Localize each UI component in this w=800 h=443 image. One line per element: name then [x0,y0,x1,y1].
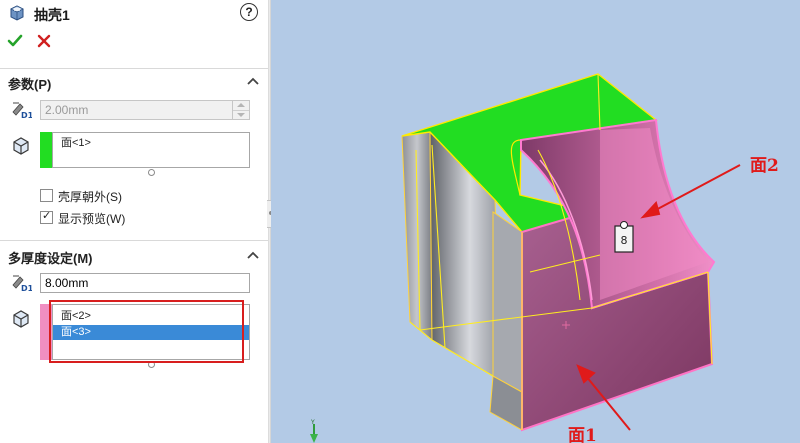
multi-thickness-section-title: 多厚度设定(M) [8,251,93,266]
show-preview-label: 显示预览(W) [58,212,126,226]
thickness-spinner[interactable] [232,101,249,119]
list-resize-handle[interactable] [148,361,155,368]
view-triad-icon: Y [310,419,318,443]
left-wall-face [401,131,433,342]
list-item[interactable]: 面<1> [53,136,249,151]
svg-text:D1: D1 [21,111,32,120]
multi-faces-color-strip [40,304,52,360]
shell-outward-label: 壳厚朝外(S) [58,190,122,204]
spinner-down-button[interactable] [233,110,249,119]
callout-handle [620,221,628,229]
check-icon[interactable] [7,33,23,49]
annotation-face-1: 面1 [568,426,597,443]
thickness-d1-icon: D1 [12,102,32,120]
svg-text:Y: Y [310,419,315,426]
spinner-up-button[interactable] [233,101,249,110]
multi-thickness-field[interactable] [40,273,250,293]
annotation-face-2: 面2 [750,156,779,176]
faces-to-remove-icon [13,137,29,155]
multi-thickness-faces-list[interactable]: 面<2> 面<3> [52,304,250,360]
shell-outward-checkbox[interactable] [40,189,53,202]
feature-title-bar: 抽壳1 ? [0,0,268,28]
chevron-up-icon[interactable] [247,250,259,260]
svg-text:D1: D1 [21,284,32,293]
thickness-field[interactable] [40,100,250,120]
callout-value: 8 [621,234,628,247]
multi-thickness-section-header[interactable]: 多厚度设定(M) [0,240,268,267]
property-manager-panel: 抽壳1 ? 参数(P) D1 面<1> 壳厚朝外(S) [0,0,268,443]
chevron-up-icon[interactable] [247,76,259,86]
feature-title: 抽壳1 [34,7,70,23]
help-icon[interactable]: ? [240,3,258,21]
close-icon[interactable] [37,34,51,48]
faces-color-strip [40,132,52,168]
column-face [492,211,523,393]
list-item-selected[interactable]: 面<3> [53,325,249,340]
multi-thickness-d1-icon: D1 [12,275,32,293]
parameters-section-header[interactable]: 参数(P) [0,68,268,95]
show-preview-checkbox[interactable] [40,209,53,224]
parameters-section-title: 参数(P) [8,77,52,92]
model-view: 8 面2 面1 Y [310,73,779,443]
faces-to-remove-list[interactable]: 面<1> [52,132,250,168]
list-resize-handle[interactable] [148,169,155,176]
thickness-input[interactable] [41,101,233,119]
graphics-viewport[interactable]: 8 面2 面1 Y [271,0,800,443]
multi-thickness-input[interactable] [41,274,249,292]
shell-feature-icon [10,5,24,21]
list-item[interactable]: 面<2> [53,309,249,324]
multi-thickness-faces-icon [13,310,29,328]
